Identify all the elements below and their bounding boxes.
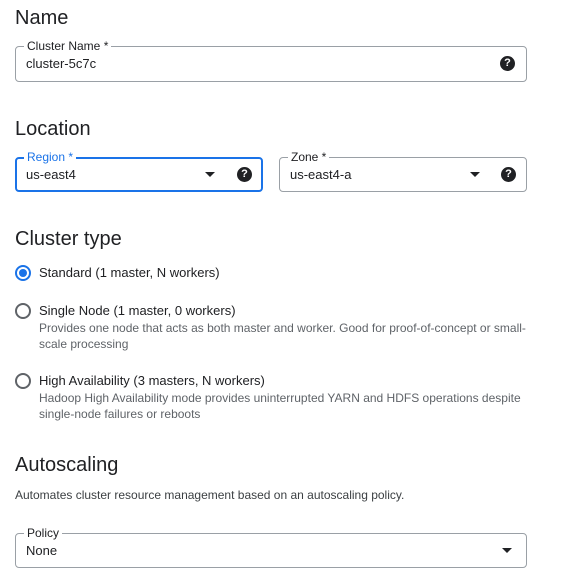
radio-standard[interactable] bbox=[15, 265, 31, 281]
radio-high-availability[interactable] bbox=[15, 373, 31, 389]
help-icon[interactable]: ? bbox=[500, 56, 515, 71]
policy-value: None bbox=[26, 543, 58, 558]
region-value: us-east4 bbox=[26, 167, 76, 182]
radio-standard-label[interactable]: Standard (1 master, N workers) bbox=[39, 264, 220, 282]
name-heading: Name bbox=[15, 7, 69, 29]
zone-value: us-east4-a bbox=[290, 167, 352, 182]
cluster-name-value[interactable]: cluster-5c7c bbox=[26, 55, 96, 73]
autoscaling-heading: Autoscaling bbox=[15, 454, 119, 476]
help-icon[interactable]: ? bbox=[237, 167, 252, 182]
radio-high-availability-label[interactable]: High Availability (3 masters, N workers) bbox=[39, 372, 265, 390]
radio-single-node[interactable] bbox=[15, 303, 31, 319]
region-select[interactable]: Region * us-east4 ? bbox=[15, 149, 263, 192]
high-availability-description: Hadoop High Availability mode provides u… bbox=[39, 391, 521, 421]
chevron-down-icon[interactable] bbox=[502, 548, 512, 553]
region-label: Region * bbox=[24, 149, 77, 165]
cluster-name-label: Cluster Name * bbox=[24, 38, 112, 54]
chevron-down-icon[interactable] bbox=[205, 172, 215, 177]
radio-single-node-label[interactable]: Single Node (1 master, 0 workers) bbox=[39, 302, 236, 320]
location-heading: Location bbox=[15, 118, 91, 140]
policy-label: Policy bbox=[24, 525, 63, 541]
policy-select[interactable]: Policy None bbox=[15, 525, 527, 568]
cluster-name-field[interactable]: Cluster Name * cluster-5c7c ? bbox=[15, 38, 527, 82]
zone-select[interactable]: Zone * us-east4-a ? bbox=[279, 149, 527, 192]
cluster-type-heading: Cluster type bbox=[15, 228, 122, 250]
autoscaling-description: Automates cluster resource management ba… bbox=[15, 488, 405, 502]
help-icon[interactable]: ? bbox=[501, 167, 516, 182]
single-node-description: Provides one node that acts as both mast… bbox=[39, 321, 526, 351]
zone-label: Zone * bbox=[288, 149, 330, 165]
chevron-down-icon[interactable] bbox=[470, 172, 480, 177]
